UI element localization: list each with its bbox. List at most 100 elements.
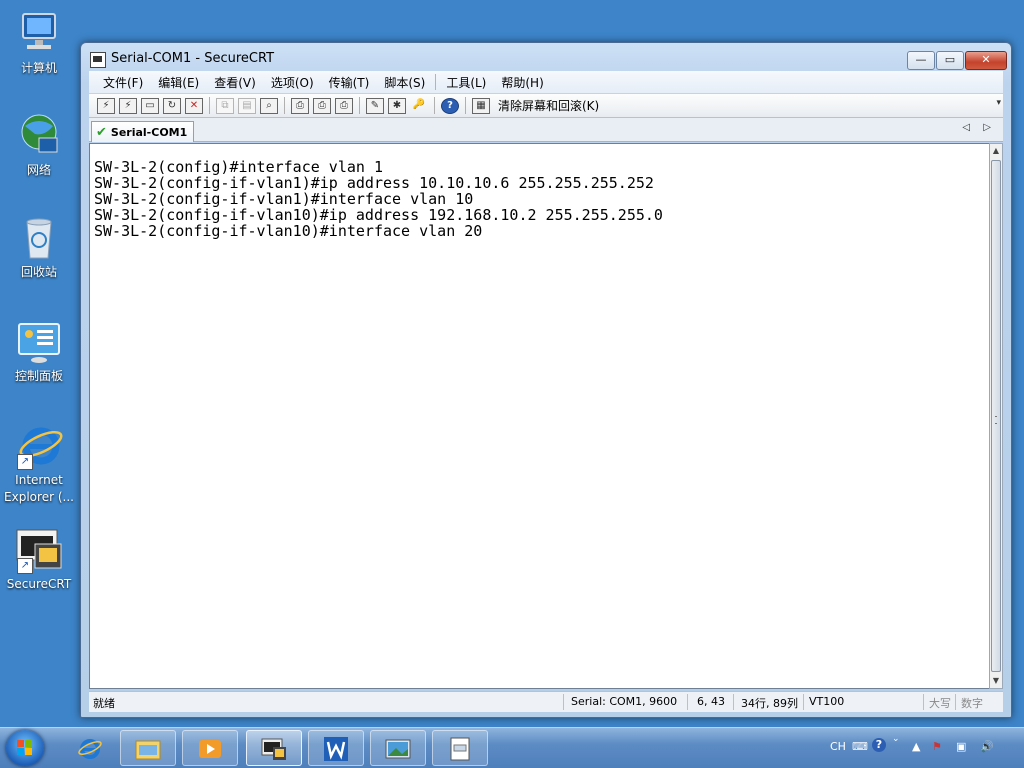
recycle-bin-icon	[15, 214, 63, 262]
help-tray-icon[interactable]: ?	[872, 738, 886, 752]
shortcut-arrow-icon: ↗	[17, 454, 33, 470]
clear-screen-button[interactable]: 清除屏幕和回滚(K)	[498, 97, 599, 114]
taskbar-explorer[interactable]	[120, 730, 176, 766]
toolbar-overflow-icon[interactable]: ▾	[996, 98, 1001, 108]
taskbar-securecrt[interactable]	[246, 730, 302, 766]
status-ready: 就绪	[93, 697, 115, 710]
desktop-icon-network[interactable]: 网络	[0, 112, 78, 179]
taskbar-internet-explorer[interactable]	[62, 730, 118, 766]
windows-logo-icon	[17, 740, 33, 756]
print-selection-icon[interactable]: ⎙	[313, 97, 331, 114]
status-caps-lock: 大写	[929, 697, 951, 710]
title-bar[interactable]: Serial-COM1 - SecureCRT — ▭ ✕	[81, 43, 1011, 71]
desktop-icon-label: 网络	[26, 163, 51, 177]
tab-next-icon[interactable]: ▷	[983, 122, 991, 133]
clear-screen-icon[interactable]: ▦	[472, 97, 490, 114]
securecrt-icon: ↗	[15, 526, 63, 574]
desktop-icon-control-panel[interactable]: 控制面板	[0, 318, 78, 385]
writer-w-icon	[324, 737, 348, 761]
system-tray: CH ⌨ ? ⌄ ▲ ⚑ ▣ 🔊	[824, 728, 1024, 768]
desktop-icon-recycle-bin[interactable]: 回收站	[0, 214, 78, 281]
volume-icon[interactable]: 🔊	[980, 740, 994, 753]
maximize-button[interactable]: ▭	[936, 51, 964, 70]
global-options-icon[interactable]: ✱	[388, 97, 406, 114]
taskbar-remote-desktop[interactable]	[370, 730, 426, 766]
scroll-up-icon[interactable]: ▲	[990, 144, 1002, 158]
help-icon[interactable]: ?	[441, 97, 459, 114]
start-button[interactable]	[6, 730, 44, 766]
shortcut-arrow-icon: ↗	[17, 558, 33, 574]
paste-icon[interactable]: ▤	[238, 97, 256, 114]
find-icon[interactable]: ⌕	[260, 97, 278, 114]
taskbar-media-player[interactable]	[182, 730, 238, 766]
toolbar-separator	[209, 97, 210, 114]
status-terminal-size: 34行, 89列	[741, 697, 798, 710]
menu-tools[interactable]: 工具(L)	[446, 74, 486, 91]
menu-help[interactable]: 帮助(H)	[501, 74, 543, 91]
computer-icon	[15, 10, 63, 58]
toolbar-separator	[434, 97, 435, 114]
connect-icon[interactable]: ⚡	[97, 97, 115, 114]
close-button[interactable]: ✕	[965, 51, 1007, 70]
menu-view[interactable]: 查看(V)	[214, 74, 256, 91]
minimize-button[interactable]: —	[907, 51, 935, 70]
menu-separator	[435, 74, 437, 90]
picture-viewer-icon	[385, 739, 411, 759]
internet-explorer-icon	[78, 739, 102, 759]
toolbar: ⚡ ⚡ ▭ ↻ ✕ ⧉ ▤ ⌕ ⎙ ⎙ ⎙ ✎ ✱ 🔑 ? ▦ 清除屏幕和回滚(…	[89, 94, 1003, 118]
connected-check-icon: ✔	[96, 124, 107, 140]
app-terminal-icon[interactable]	[90, 52, 106, 68]
language-indicator[interactable]: CH	[830, 740, 846, 753]
toolbar-separator	[359, 97, 360, 114]
reconnect-icon[interactable]: ↻	[163, 97, 181, 114]
ime-settings-icon[interactable]: ⌄	[892, 734, 900, 744]
printer-icon[interactable]: ⎙	[335, 97, 353, 114]
action-center-flag-icon[interactable]: ⚑	[932, 740, 942, 753]
scrollbar-thumb[interactable]	[991, 160, 1001, 672]
network-status-icon[interactable]: ▣	[956, 740, 966, 753]
disconnect-icon[interactable]: ✕	[185, 97, 203, 114]
desktop-icon-securecrt[interactable]: ↗ SecureCRT	[0, 526, 78, 593]
control-panel-icon	[15, 318, 63, 366]
terminal-line: SW-3L-2(config-if-vlan10)#interface vlan…	[94, 222, 483, 240]
show-hidden-icons-icon[interactable]: ▲	[912, 740, 920, 753]
desktop-icon-label: 计算机	[20, 61, 57, 75]
taskbar-notepad[interactable]	[432, 730, 488, 766]
menu-script[interactable]: 脚本(S)	[384, 74, 425, 91]
menu-edit[interactable]: 编辑(E)	[158, 74, 199, 91]
window-controls: — ▭ ✕	[906, 51, 1007, 70]
toolbar-separator	[284, 97, 285, 114]
scroll-down-icon[interactable]: ▼	[990, 674, 1002, 688]
connect-tab-icon[interactable]: ▭	[141, 97, 159, 114]
folder-icon	[135, 740, 161, 760]
terminal-scrollbar[interactable]: ▲ ▼	[989, 143, 1003, 689]
document-icon	[450, 737, 470, 761]
internet-explorer-icon: ↗	[15, 422, 63, 470]
tab-serial-com1[interactable]: ✔ Serial-COM1	[91, 121, 195, 142]
quick-connect-icon[interactable]: ⚡	[119, 97, 137, 114]
tab-prev-icon[interactable]: ◁	[962, 122, 970, 133]
print-icon[interactable]: ⎙	[291, 97, 309, 114]
key-icon[interactable]: 🔑	[410, 98, 428, 114]
menu-file[interactable]: 文件(F)	[103, 74, 143, 91]
menu-options[interactable]: 选项(O)	[271, 74, 314, 91]
copy-icon[interactable]: ⧉	[216, 97, 234, 114]
taskbar-wps-writer[interactable]	[308, 730, 364, 766]
terminal-line: SW-3L-2(config-if-vlan10)#ip address 192…	[94, 206, 663, 224]
status-num-lock: 数字	[961, 697, 983, 710]
desktop-icon-internet-explorer[interactable]: ↗ Internet Explorer (...	[0, 422, 78, 506]
toolbar-separator	[465, 97, 466, 114]
securecrt-window[interactable]: Serial-COM1 - SecureCRT — ▭ ✕ 文件(F) 编辑(E…	[80, 42, 1012, 718]
desktop-icon-computer[interactable]: 计算机	[0, 10, 78, 77]
securecrt-icon	[261, 738, 286, 760]
status-bar: 就绪 Serial: COM1, 9600 6, 43 34行, 89列 VT1…	[89, 691, 1003, 712]
session-options-icon[interactable]: ✎	[366, 97, 384, 114]
desktop-icon-label: 控制面板	[14, 369, 63, 383]
status-connection: Serial: COM1, 9600	[571, 695, 678, 708]
menu-transfer[interactable]: 传输(T)	[329, 74, 370, 91]
taskbar: CH ⌨ ? ⌄ ▲ ⚑ ▣ 🔊	[0, 727, 1024, 768]
tab-navigation: ◁ ▷	[952, 122, 991, 133]
media-player-icon	[199, 740, 221, 758]
terminal-output[interactable]: SW-3L-2(config)#interface vlan 1 SW-3L-2(…	[89, 143, 991, 689]
keyboard-icon[interactable]: ⌨	[852, 740, 868, 753]
